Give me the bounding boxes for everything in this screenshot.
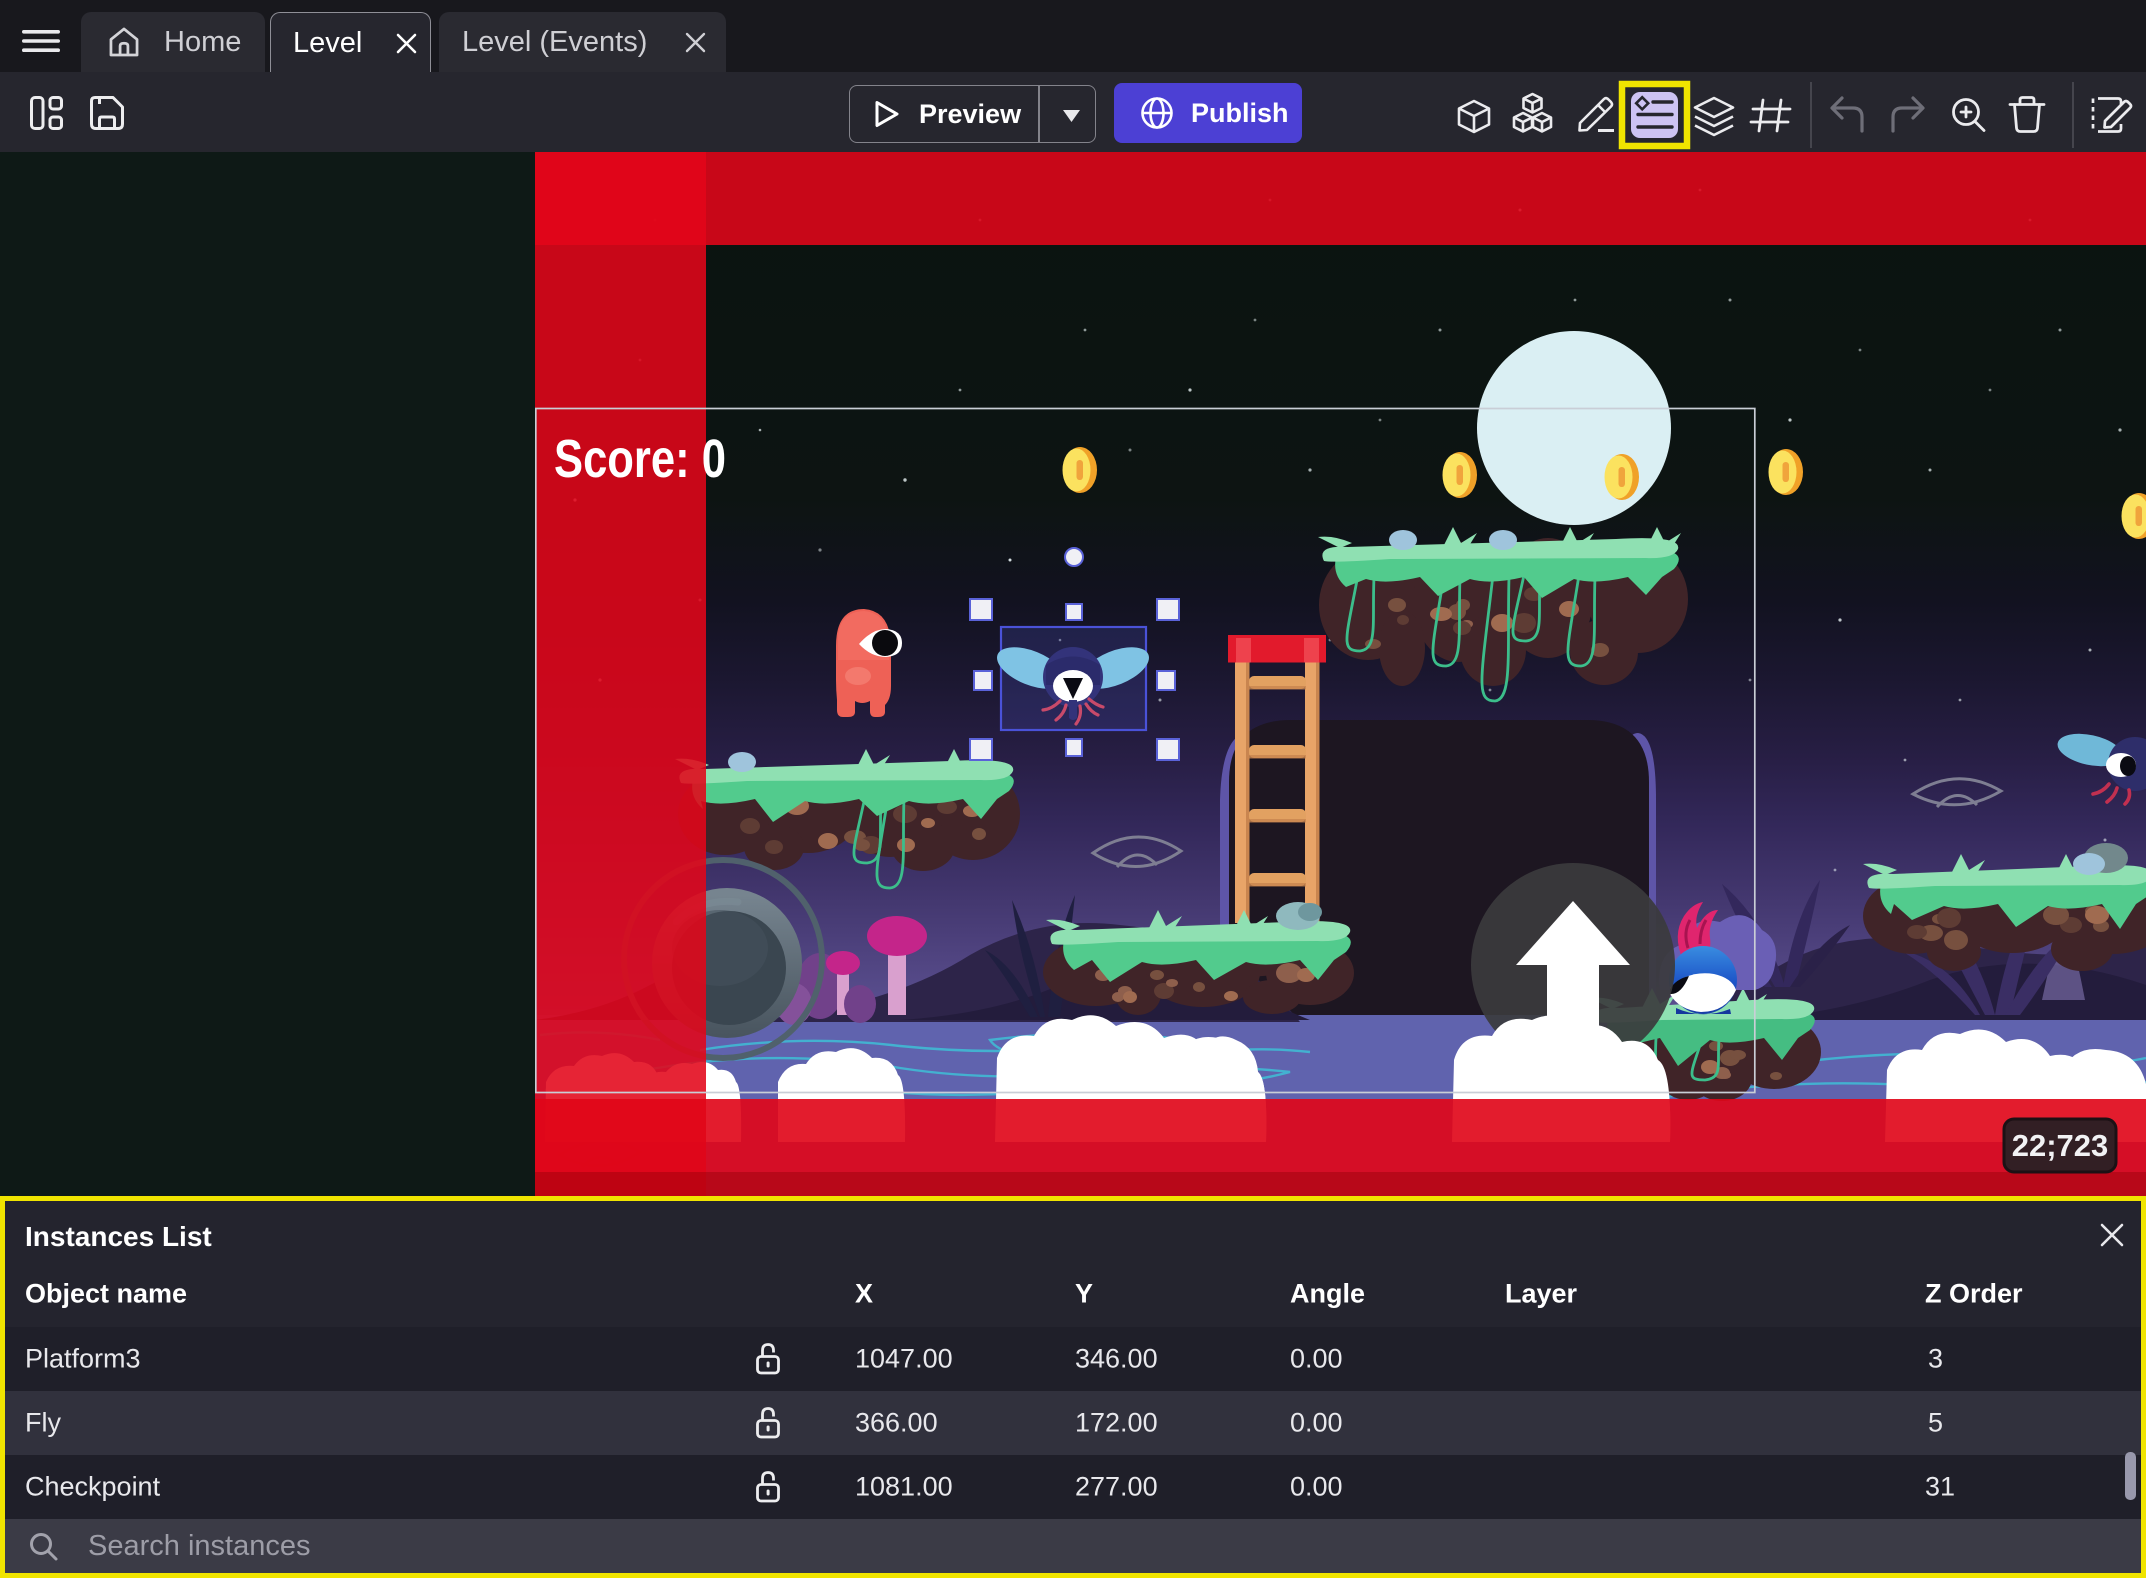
svg-text:Score: 0: Score: 0 [554, 429, 726, 489]
svg-text:22;723: 22;723 [2012, 1128, 2109, 1163]
